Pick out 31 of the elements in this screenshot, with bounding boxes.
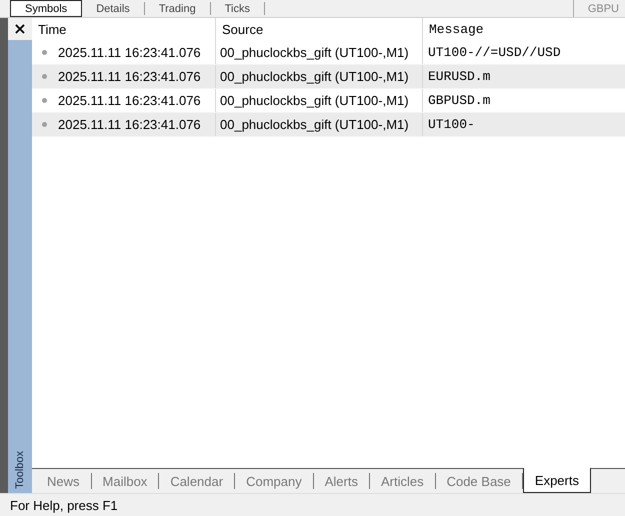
table-cell: 00_phuclockbs_gift (UT100-,M1) — [220, 45, 409, 60]
table-cell: 00_phuclockbs_gift (UT100-,M1) — [220, 117, 409, 132]
bullet-icon — [42, 122, 47, 127]
table-cell: 2025.11.11 16:23:41.076 — [58, 93, 201, 108]
tab[interactable]: News — [36, 473, 92, 489]
table-cell: 2025.11.11 16:23:41.076 — [58, 117, 201, 132]
bullet-icon — [42, 74, 47, 79]
symbol-label: GBPU — [572, 0, 625, 17]
bullet-icon — [42, 50, 47, 55]
table-cell: 00_phuclockbs_gift (UT100-,M1) — [220, 93, 409, 108]
status-bar: For Help, press F1 — [0, 493, 625, 516]
close-button[interactable]: × — [8, 18, 32, 40]
tab[interactable]: Trading — [144, 2, 211, 15]
tab[interactable]: Ticks — [210, 2, 265, 15]
tab[interactable]: Calendar — [159, 473, 236, 489]
table-cell: 00_phuclockbs_gift (UT100-,M1) — [220, 69, 409, 84]
table-cell: EURUSD.m — [428, 69, 490, 84]
tab[interactable]: Details — [82, 2, 145, 15]
table-cell: 2025.11.11 16:23:41.076 — [58, 69, 201, 84]
table-cell: UT100-//=USD//USD — [428, 45, 561, 60]
tab[interactable]: Experts — [522, 468, 591, 493]
toolbox-title: Toolbox — [14, 451, 26, 489]
tab[interactable]: Alerts — [314, 473, 370, 489]
table-cell: UT100- — [428, 117, 475, 132]
table-cell: 2025.11.11 16:23:41.076 — [58, 45, 201, 60]
tab[interactable]: Mailbox — [92, 473, 160, 489]
tab[interactable]: Symbols — [10, 0, 82, 17]
tab[interactable]: Articles — [370, 473, 436, 489]
tab[interactable]: Company — [235, 473, 314, 489]
bullet-icon — [42, 98, 47, 103]
table-cell: GBPUSD.m — [428, 93, 490, 108]
